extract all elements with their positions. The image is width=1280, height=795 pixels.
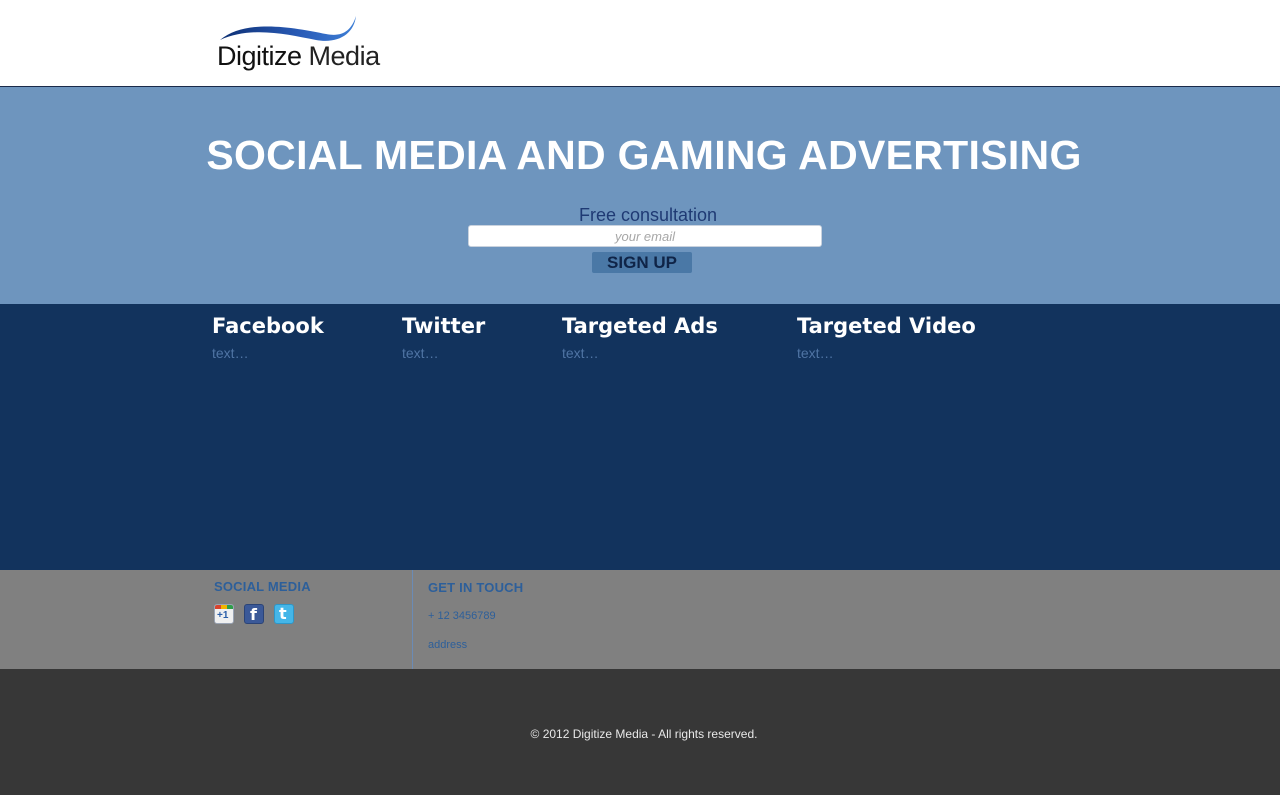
consultation-label: Free consultation [578, 205, 718, 225]
logo-word-media: Media [308, 41, 381, 71]
contact-phone: + 12 3456789 [428, 610, 496, 622]
logo[interactable]: Digitize Media [216, 14, 380, 72]
google-plus-one-icon[interactable]: +1 [214, 604, 234, 624]
service-targeted-ads: Targeted Ads text… [562, 314, 718, 362]
logo-word-digitize: Digitize [217, 41, 302, 71]
service-text: text… [212, 345, 249, 361]
google-plus-color-bar [215, 605, 233, 609]
twitter-icon[interactable]: t [274, 604, 294, 624]
signup-button[interactable]: SIGN UP [592, 252, 692, 273]
copyright-text: © 2012 Digitize Media - All rights reser… [530, 727, 758, 741]
facebook-icon[interactable]: f [244, 604, 264, 624]
service-text: text… [402, 345, 439, 361]
logo-wordmark: Digitize Media [217, 41, 380, 71]
contact-address: address [428, 639, 468, 651]
service-title: Facebook [212, 314, 324, 338]
service-facebook: Facebook text… [212, 314, 324, 362]
site-header: Digitize Media [0, 0, 1280, 87]
hero-title: SOCIAL MEDIA AND GAMING ADVERTISING [206, 132, 1082, 178]
social-media-column: SOCIAL MEDIA +1 f t [214, 579, 311, 624]
service-targeted-video: Targeted Video text… [797, 314, 976, 362]
service-text: text… [562, 345, 599, 361]
get-in-touch-heading: GET IN TOUCH [428, 580, 524, 595]
service-twitter: Twitter text… [402, 314, 485, 362]
social-media-heading: SOCIAL MEDIA [214, 579, 311, 594]
footer-info: SOCIAL MEDIA +1 f t GET IN TOUCH + 12 34… [0, 570, 1280, 669]
service-title: Targeted Video [797, 314, 976, 338]
email-input[interactable] [468, 225, 822, 247]
service-text: text… [797, 345, 834, 361]
contact-column: GET IN TOUCH + 12 3456789 address [428, 580, 524, 652]
services-section: Facebook text… Twitter text… Targeted Ad… [0, 304, 1280, 570]
hero-section: SOCIAL MEDIA AND GAMING ADVERTISING Free… [0, 87, 1280, 304]
facebook-glyph: f [250, 605, 257, 624]
twitter-glyph: t [279, 604, 287, 623]
footer-bottom: © 2012 Digitize Media - All rights reser… [0, 669, 1280, 795]
service-title: Targeted Ads [562, 314, 718, 338]
google-plus-glyph: +1 [217, 610, 229, 621]
logo-swoosh-icon [220, 16, 356, 41]
service-title: Twitter [402, 314, 486, 338]
footer-divider [412, 570, 413, 669]
social-icons: +1 f t [214, 604, 294, 624]
